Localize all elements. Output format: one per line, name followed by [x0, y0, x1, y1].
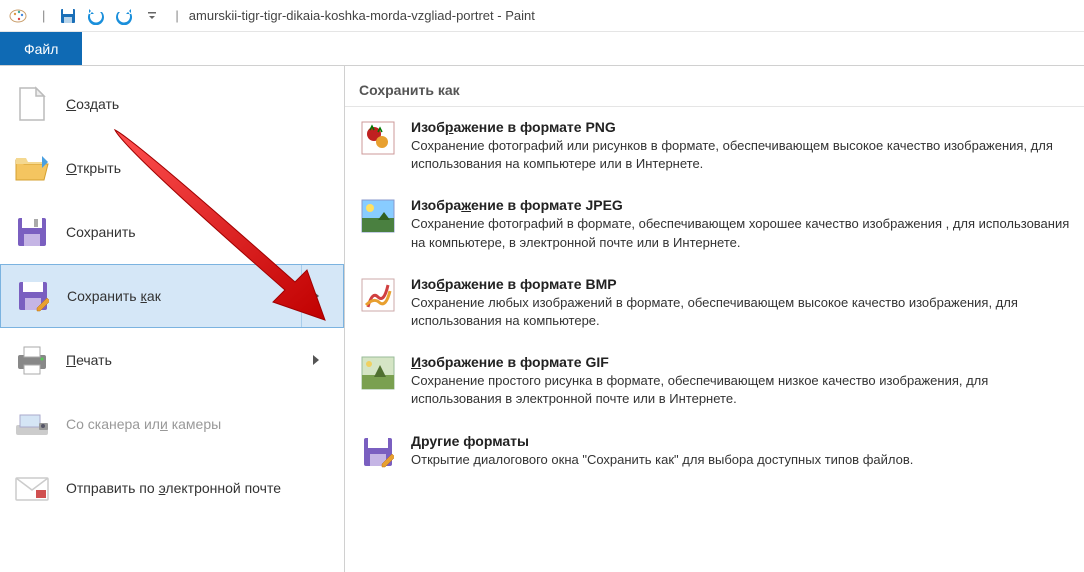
menu-item-create[interactable]: Создать	[0, 72, 344, 136]
format-description: Сохранение фотографий в формате, обеспеч…	[411, 215, 1070, 251]
window-title: amurskii-tigr-tigr-dikaia-koshka-morda-v…	[189, 8, 535, 23]
menu-item-save-as[interactable]: Сохранить как	[0, 264, 344, 328]
chevron-right-icon	[302, 328, 330, 392]
file-menu-left-pane: Создать Открыть Сохранить	[0, 66, 345, 572]
redo-icon[interactable]	[115, 7, 133, 25]
quick-access-toolbar: | |	[8, 6, 183, 26]
jpeg-format-icon	[359, 197, 397, 235]
folder-open-icon	[14, 150, 50, 186]
menu-label: Со сканера или камеры	[66, 416, 330, 432]
new-document-icon	[14, 86, 50, 122]
menu-item-save[interactable]: Сохранить	[0, 200, 344, 264]
title-bar: | | amurskii-tigr-tigr-dikaia-ko	[0, 0, 1084, 32]
paint-app-icon	[8, 6, 28, 26]
format-item-png[interactable]: Изображение в формате PNG Сохранение фот…	[345, 107, 1084, 185]
format-label: Другие форматы	[411, 433, 1070, 449]
format-description: Сохранение фотографий или рисунков в фор…	[411, 137, 1070, 173]
format-label: Изображение в формате PNG	[411, 119, 1070, 135]
scanner-icon	[14, 406, 50, 442]
file-menu: Создать Открыть Сохранить	[0, 66, 1084, 572]
format-description: Сохранение простого рисунка в формате, о…	[411, 372, 1070, 408]
menu-label: Открыть	[66, 160, 330, 176]
format-item-other[interactable]: Другие форматы Открытие диалогового окна…	[345, 421, 1084, 483]
floppy-disk-icon	[14, 214, 50, 250]
menu-label: Сохранить как	[67, 288, 285, 304]
format-label: Изображение в формате GIF	[411, 354, 1070, 370]
floppy-disk-pencil-icon	[15, 278, 51, 314]
format-description: Открытие диалогового окна "Сохранить как…	[411, 451, 1070, 469]
format-label: Изображение в формате BMP	[411, 276, 1070, 292]
save-as-submenu: Сохранить как Изображение в формате PNG …	[345, 66, 1084, 572]
customize-dropdown-icon[interactable]	[143, 7, 161, 25]
png-format-icon	[359, 119, 397, 157]
submenu-title: Сохранить как	[345, 74, 1084, 107]
gif-format-icon	[359, 354, 397, 392]
undo-icon[interactable]	[87, 7, 105, 25]
other-format-icon	[359, 433, 397, 471]
menu-label: Печать	[66, 352, 286, 368]
format-description: Сохранение любых изображений в формате, …	[411, 294, 1070, 330]
menu-label: Сохранить	[66, 224, 330, 240]
separator: |	[42, 8, 45, 23]
format-item-jpeg[interactable]: Изображение в формате JPEG Сохранение фо…	[345, 185, 1084, 263]
tab-file[interactable]: Файл	[0, 32, 82, 65]
menu-item-scanner: Со сканера или камеры	[0, 392, 344, 456]
save-icon[interactable]	[59, 7, 77, 25]
chevron-right-icon	[301, 264, 329, 328]
ribbon-tabs: Файл	[0, 32, 1084, 66]
bmp-format-icon	[359, 276, 397, 314]
menu-item-email[interactable]: Отправить по электронной почте	[0, 456, 344, 520]
printer-icon	[14, 342, 50, 378]
menu-item-open[interactable]: Открыть	[0, 136, 344, 200]
format-label: Изображение в формате JPEG	[411, 197, 1070, 213]
envelope-icon	[14, 470, 50, 506]
format-item-bmp[interactable]: Изображение в формате BMP Сохранение люб…	[345, 264, 1084, 342]
separator: |	[175, 8, 178, 23]
menu-item-print[interactable]: Печать	[0, 328, 344, 392]
menu-label: Отправить по электронной почте	[66, 480, 330, 496]
menu-label: Создать	[66, 96, 330, 112]
format-item-gif[interactable]: Изображение в формате GIF Сохранение про…	[345, 342, 1084, 420]
